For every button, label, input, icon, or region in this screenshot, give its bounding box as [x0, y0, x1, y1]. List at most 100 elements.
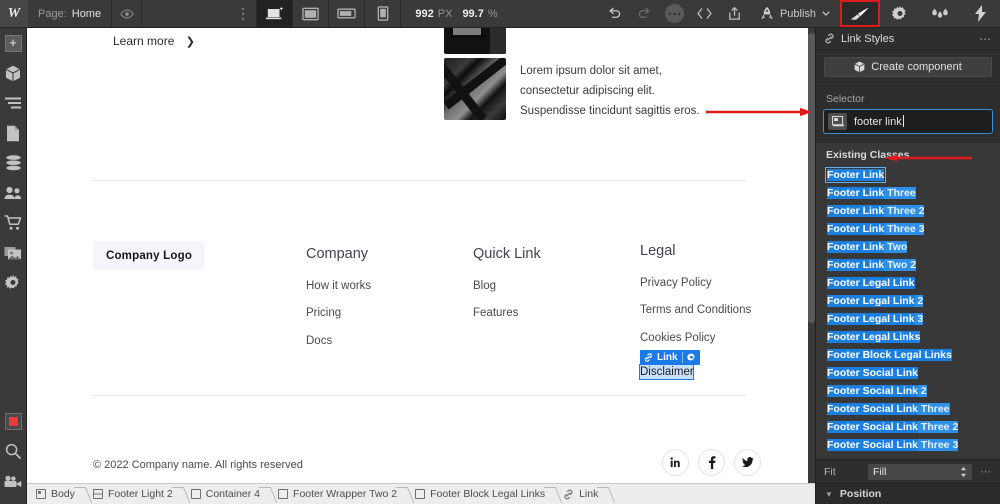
existing-class-item[interactable]: Footer Legal Link [816, 274, 1000, 292]
sidebar-item-search[interactable] [0, 436, 27, 466]
sidebar-item-settings[interactable] [0, 268, 27, 298]
existing-class-item[interactable]: Footer Link Three [816, 184, 1000, 202]
footer-link[interactable]: Terms and Conditions [640, 304, 751, 317]
copyright-text: © 2022 Company name. All rights reserved [93, 459, 303, 471]
twitter-icon[interactable] [734, 449, 761, 476]
sidebar-item-users[interactable] [0, 178, 27, 208]
footer-link[interactable]: How it works [306, 280, 371, 293]
existing-class-item[interactable]: Footer Link [816, 166, 1000, 184]
media-thumbnail-top[interactable] [444, 28, 506, 54]
existing-class-item[interactable]: Footer Link Three 3 [816, 220, 1000, 238]
sidebar-item-ecommerce[interactable] [0, 208, 27, 238]
selected-element-text[interactable]: Disclaimer [640, 365, 694, 379]
more-options-button[interactable] [660, 0, 690, 27]
publish-button[interactable]: Publish [750, 0, 840, 27]
lorem-paragraph[interactable]: Lorem ipsum dolor sit amet, consectetur … [520, 61, 720, 121]
mobile-portrait-icon [377, 6, 389, 21]
tablet-breakpoint[interactable] [292, 0, 328, 27]
breadcrumb-label: Footer Wrapper Two 2 [293, 488, 398, 500]
footer-link[interactable]: Blog [473, 280, 541, 293]
existing-class-item[interactable]: Footer Social Link Three 2 [816, 418, 1000, 436]
ellipsis-icon[interactable]: ⋯ [980, 465, 992, 478]
chevron-down-icon [822, 11, 830, 16]
class-matched-text: Footer Social Link [827, 439, 919, 451]
export-button[interactable] [720, 0, 750, 27]
class-matched-text: Footer Link [827, 259, 885, 271]
create-component-button[interactable]: Create component [824, 57, 992, 77]
footer-link[interactable]: Privacy Policy [640, 277, 751, 290]
selector-input-wrapper[interactable]: footer link [823, 109, 993, 134]
facebook-icon[interactable] [698, 449, 725, 476]
mobile-landscape-breakpoint[interactable] [328, 0, 364, 27]
sidebar-item-cms[interactable] [0, 148, 27, 178]
breadcrumb-item-link[interactable]: Link [554, 484, 607, 504]
footer-link[interactable]: Cookies Policy [640, 332, 751, 345]
gear-icon[interactable] [686, 353, 696, 362]
existing-class-item[interactable]: Footer Link Two [816, 238, 1000, 256]
canvas-options-menu[interactable] [230, 0, 256, 27]
design-canvas[interactable]: Learn more ❯ Lorem ipsum dolor sit amet,… [27, 28, 808, 483]
selector-tag-glyph [831, 116, 844, 127]
existing-class-item[interactable]: Footer Social Link Three [816, 400, 1000, 418]
sidebar-item-navigator[interactable] [0, 88, 27, 118]
code-button[interactable] [690, 0, 720, 27]
breadcrumb-item-body[interactable]: Body [27, 484, 84, 504]
mobile-portrait-breakpoint[interactable] [364, 0, 400, 27]
media-thumbnail[interactable] [444, 58, 506, 120]
style-panel-button[interactable] [840, 0, 881, 27]
breadcrumb: Body Footer Light 2 Container 4 Footer W… [27, 483, 815, 504]
existing-class-item[interactable]: Footer Link Two 2 [816, 256, 1000, 274]
sidebar-item-pages[interactable] [0, 118, 27, 148]
selector-input[interactable]: footer link [854, 115, 988, 128]
sidebar-item-components[interactable] [0, 58, 27, 88]
zoom-value[interactable]: 99.7 [462, 8, 483, 20]
interactions-panel-button[interactable] [920, 0, 960, 27]
existing-class-item[interactable]: Footer Link Three 2 [816, 202, 1000, 220]
gear-icon [5, 275, 19, 289]
breadcrumb-item-footer-light-2[interactable]: Footer Light 2 [84, 484, 182, 504]
learn-more-link[interactable]: Learn more ❯ [113, 34, 195, 48]
canvas-scrollbar-thumb[interactable] [808, 33, 815, 323]
mobile-landscape-icon [337, 8, 357, 19]
page-selector[interactable]: Page: Home [28, 0, 113, 27]
fit-select[interactable]: Fill [868, 463, 972, 480]
position-section-header[interactable]: ▼ Position [816, 483, 1000, 504]
existing-class-item[interactable]: Footer Legal Links [816, 328, 1000, 346]
existing-class-item[interactable]: Footer Social Link Three 3 [816, 436, 1000, 454]
page-label: Page: [38, 7, 67, 20]
breadcrumb-item-container-4[interactable]: Container 4 [182, 484, 269, 504]
sidebar-item-video-record[interactable] [0, 406, 27, 436]
updown-arrows-icon [961, 466, 966, 477]
ellipsis-icon[interactable]: ⋯ [979, 32, 992, 46]
webflow-logo[interactable]: W [0, 0, 28, 27]
selected-element-badge[interactable]: Link [640, 350, 700, 365]
sidebar-item-video-tutorials[interactable] [0, 466, 27, 496]
breadcrumb-item-footer-wrapper-two-2[interactable]: Footer Wrapper Two 2 [269, 484, 406, 504]
canvas-scrollbar[interactable] [808, 28, 815, 483]
footer-link[interactable]: Features [473, 307, 541, 320]
sidebar-item-add-elements[interactable]: + [0, 28, 27, 58]
preview-toggle[interactable] [112, 0, 143, 27]
footer-link[interactable]: Pricing [306, 307, 371, 320]
class-remaining-text: Three 3 [918, 439, 959, 451]
existing-class-item[interactable]: Footer Social Link [816, 364, 1000, 382]
sidebar-item-assets[interactable] [0, 238, 27, 268]
settings-panel-button[interactable] [880, 0, 920, 27]
class-remaining-text: Three [918, 403, 950, 415]
lightning-panel-button[interactable] [960, 0, 1000, 27]
vertical-dots-icon [242, 7, 245, 20]
linkedin-icon[interactable] [662, 449, 689, 476]
undo-button[interactable] [600, 0, 630, 27]
footer-link[interactable]: Docs [306, 335, 371, 348]
lightning-icon [974, 5, 986, 22]
redo-button[interactable] [630, 0, 660, 27]
existing-classes-list[interactable]: Footer Link Footer Link Three Footer Link … [816, 166, 1000, 458]
existing-class-item[interactable]: Footer Legal Link 3 [816, 310, 1000, 328]
company-logo[interactable]: Company Logo [93, 241, 205, 270]
desktop-breakpoint[interactable] [256, 0, 293, 27]
existing-class-item[interactable]: Footer Social Link 2 [816, 382, 1000, 400]
existing-class-item[interactable]: Footer Legal Link 2 [816, 292, 1000, 310]
breadcrumb-item-footer-block-legal-links[interactable]: Footer Block Legal Links [406, 484, 554, 504]
existing-class-item[interactable]: Footer Block Legal Links [816, 346, 1000, 364]
top-toolbar: W Page: Home 992 PX 99.7 % Publish [0, 0, 1000, 28]
